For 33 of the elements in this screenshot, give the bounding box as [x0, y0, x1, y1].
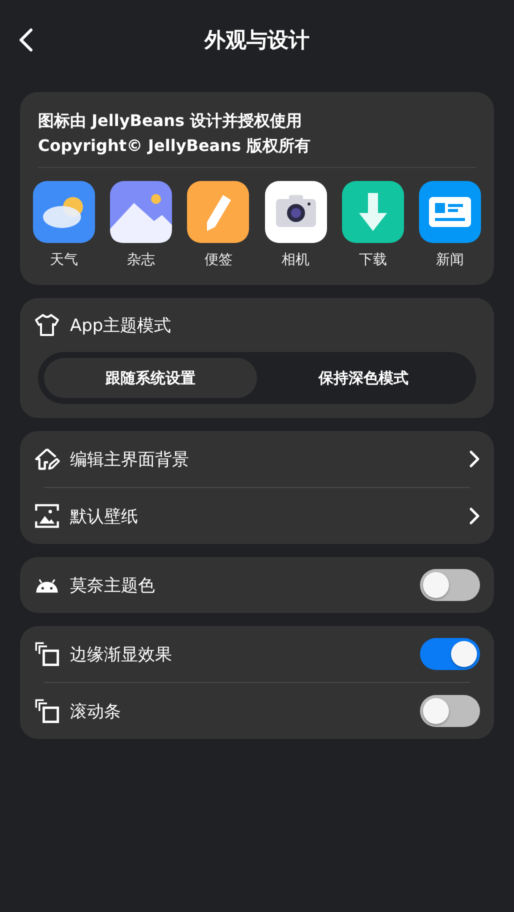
setting-label: 默认壁纸 [70, 506, 138, 528]
back-icon [18, 28, 34, 52]
app-label: 便签 [204, 251, 232, 269]
toggle-switch[interactable] [420, 569, 480, 601]
setting-label: 编辑主界面背景 [70, 448, 189, 470]
image-frame-icon [34, 503, 60, 529]
copy-icon [34, 641, 60, 667]
shirt-icon [34, 313, 60, 337]
page-title: 外观与设计 [204, 27, 310, 54]
camera-icon [264, 181, 327, 243]
credit-text: Copyright© JellyBeans 版权所有 [37, 135, 312, 157]
setting-label: 边缘渐显效果 [70, 644, 172, 666]
app-label: 相机 [282, 251, 310, 269]
toggle-switch[interactable] [420, 638, 480, 670]
setting-label: 滚动条 [70, 700, 121, 722]
weather-icon [33, 181, 95, 243]
app-label: 新闻 [436, 251, 464, 269]
house-pencil-icon [34, 446, 60, 472]
theme-mode-label: App主题模式 [70, 314, 172, 336]
app-label: 下载 [358, 251, 387, 269]
setting-label: 莫奈主题色 [70, 574, 155, 596]
copy-icon [34, 698, 60, 724]
chevron-right-icon[interactable] [468, 507, 480, 525]
app-label: 天气 [50, 251, 78, 269]
theme-option[interactable]: 跟随系统设置 [44, 358, 257, 398]
credit-text: 图标由 JellyBeans 设计并授权使用 [37, 110, 304, 132]
pencil-icon [187, 181, 250, 243]
mountain-picture-icon [110, 181, 172, 243]
chevron-right-icon[interactable] [468, 450, 480, 468]
theme-option[interactable]: 保持深色模式 [257, 358, 470, 398]
newspaper-icon [418, 181, 481, 243]
toggle-switch[interactable] [420, 695, 480, 727]
app-label: 杂志 [127, 251, 156, 269]
